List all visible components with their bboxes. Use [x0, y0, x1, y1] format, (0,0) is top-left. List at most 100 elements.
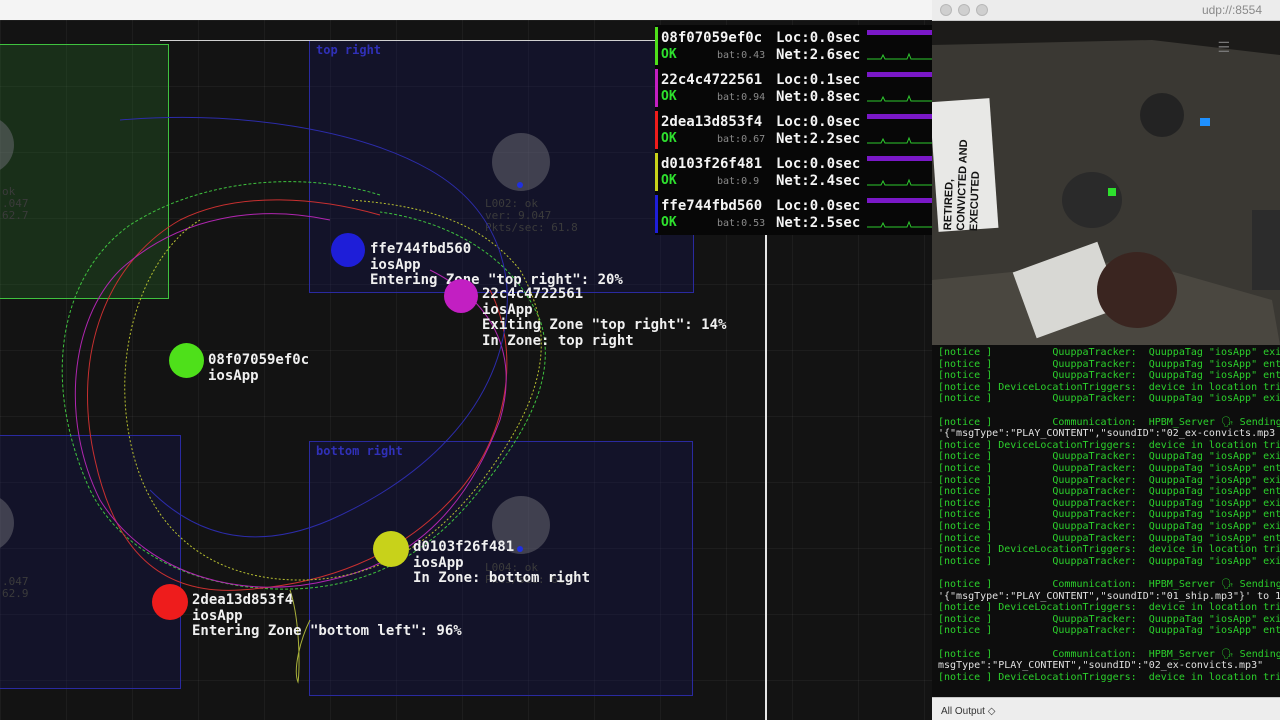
signal-line — [867, 178, 932, 186]
log-line: [notice ] QuuppaTracker: QuuppaTag "iosA… — [938, 463, 1280, 474]
log-line: [notice ] QuuppaTracker: QuuppaTag "iosA… — [938, 358, 1280, 370]
tag-status: In Zone: bottom right — [413, 570, 591, 586]
log-line: [notice ] Communication: HPBM_Server 🗣 S… — [938, 579, 1280, 590]
log-line: msgType":"PLAY_CONTENT","soundID":"02_ex… — [938, 660, 1264, 672]
video-window: RETIRED, CONVICTED AND EXECUTED udp://:8… — [932, 0, 1280, 345]
tag-22c4c4722561[interactable] — [444, 279, 478, 313]
status-net: Net:2.6sec — [776, 47, 861, 63]
status-tag-id: d0103f26f481 — [661, 156, 763, 172]
tag-08f07059ef0c[interactable] — [169, 343, 204, 378]
tag-id: d0103f26f481 — [413, 539, 515, 555]
tag-status: Entering Zone "bottom left": 96% — [192, 623, 462, 639]
tag-id: ffe744fbd560 — [370, 241, 472, 257]
status-ok: OK — [661, 173, 677, 188]
log-line: [notice ] DeviceLocationTriggers: device… — [938, 544, 1280, 556]
tag-id: 08f07059ef0c — [208, 352, 310, 368]
tag-id: 22c4c4722561 — [482, 286, 584, 302]
console-output[interactable]: [notice ] QuuppaTracker: QuuppaTag "iosA… — [932, 345, 1280, 720]
tracker-window: top right bottom right ok .047 62.7 L002… — [0, 0, 932, 720]
log-line: [notice ] QuuppaTracker: QuuppaTag "iosA… — [938, 347, 1280, 358]
status-battery: bat:0.94 — [717, 92, 766, 103]
status-ok: OK — [661, 131, 677, 146]
status-battery: bat:0.67 — [717, 134, 766, 145]
signal-graph — [867, 198, 932, 228]
output-filter-select[interactable]: All Output ◇ — [941, 706, 995, 717]
log-line: [notice ] DeviceLocationTriggers: device… — [938, 602, 1280, 614]
log-line: [notice ] QuuppaTracker: QuuppaTag "iosA… — [938, 532, 1280, 544]
video-title-bar[interactable]: udp://:8554 — [932, 0, 1280, 21]
log-line: [notice ] QuuppaTracker: QuuppaTag "iosA… — [938, 486, 1280, 498]
tag-app: iosApp — [370, 256, 421, 273]
tag-id: 2dea13d853f4 — [192, 592, 294, 608]
log-line: [notice ] Communication: HPBM_Server 🗣 S… — [938, 416, 1280, 428]
status-color-bar — [655, 111, 658, 149]
log-line: [notice ] QuuppaTracker: QuuppaTag "iosA… — [938, 497, 1280, 509]
zoom-button[interactable] — [976, 4, 988, 16]
minimize-button[interactable] — [958, 4, 970, 16]
status-loc: Loc:0.1sec — [776, 72, 861, 88]
status-loc: Loc:0.0sec — [776, 156, 861, 172]
tag-label-2dea13d853f4: 2dea13d853f4 iosApp Entering Zone "botto… — [192, 592, 462, 640]
close-button[interactable] — [940, 4, 952, 16]
status-net: Net:0.8sec — [776, 89, 861, 105]
status-loc: Loc:0.0sec — [776, 198, 861, 214]
status-battery: bat:0.43 — [717, 50, 766, 61]
status-battery: bat:0.53 — [717, 218, 766, 229]
signal-line — [867, 94, 932, 102]
status-tag-id: 08f07059ef0c — [661, 30, 763, 46]
status-loc: Loc:0.0sec — [776, 114, 861, 130]
tag-app: iosApp — [192, 607, 243, 624]
log-line: [notice ] DeviceLocationTriggers: device… — [938, 671, 1280, 683]
status-net: Net:2.5sec — [776, 215, 861, 231]
tag-2dea13d853f4[interactable] — [152, 584, 188, 620]
log-line: [notice ] QuuppaTracker: QuuppaTag "iosA… — [938, 521, 1280, 532]
tag-app: iosApp — [482, 301, 533, 318]
status-row: ffe744fbd560 Loc:0.0sec OK bat:0.53 Net:2.5s… — [655, 193, 932, 235]
signal-line — [867, 136, 932, 144]
status-color-bar — [655, 27, 658, 65]
tag-d0103f26f481[interactable] — [373, 531, 409, 567]
tag-app: iosApp — [208, 367, 259, 384]
status-ok: OK — [661, 47, 677, 62]
signal-line — [867, 52, 932, 60]
log-line: [notice ] QuuppaTracker: QuuppaTag "iosA… — [938, 370, 1280, 382]
top-guide-line — [160, 40, 660, 41]
tracker-title-bar[interactable] — [0, 0, 932, 21]
status-color-bar — [655, 195, 658, 233]
signal-bar — [867, 156, 932, 161]
status-net: Net:2.2sec — [776, 131, 861, 147]
tag-label-08f07059ef0c: 08f07059ef0c iosApp — [208, 352, 310, 384]
signal-line — [867, 220, 932, 228]
signal-bar — [867, 114, 932, 119]
hamburger-icon[interactable]: ☰ — [1217, 40, 1230, 56]
status-color-bar — [655, 69, 658, 107]
status-row: 22c4c4722561 Loc:0.1sec OK bat:0.94 Net:0.8s… — [655, 67, 932, 109]
status-tag-id: ffe744fbd560 — [661, 198, 763, 214]
log-line: [notice ] QuuppaTracker: QuuppaTag "iosA… — [938, 474, 1280, 486]
tag-label-ffe744fbd560: ffe744fbd560 iosApp Entering Zone "top r… — [370, 241, 623, 289]
log-line: [notice ] DeviceLocationTriggers: device… — [938, 439, 1280, 451]
signal-graph — [867, 114, 932, 144]
log-line: [notice ] QuuppaTracker: QuuppaTag "iosA… — [938, 393, 1280, 405]
status-ok: OK — [661, 89, 677, 104]
signal-bar — [867, 30, 932, 35]
log-line: [notice ] QuuppaTracker: QuuppaTag "iosA… — [938, 625, 1280, 637]
status-ok: OK — [661, 215, 677, 230]
log-line: [notice ] QuuppaTracker: QuuppaTag "iosA… — [938, 613, 1280, 625]
signal-graph — [867, 72, 932, 102]
tag-status: Exiting Zone "top right": 14% — [482, 317, 727, 333]
status-tag-id: 2dea13d853f4 — [661, 114, 763, 130]
status-color-bar — [655, 153, 658, 191]
signal-graph — [867, 156, 932, 186]
console-footer: All Output ◇ — [932, 697, 1280, 720]
log-line: [notice ] Communication: HPBM_Server 🗣 S… — [938, 648, 1280, 660]
status-row: 2dea13d853f4 Loc:0.0sec OK bat:0.67 Net:2.2s… — [655, 109, 932, 151]
video-overlay-text: RETIRED, CONVICTED AND EXECUTED — [942, 139, 983, 232]
tag-app: iosApp — [413, 554, 464, 571]
status-row: d0103f26f481 Loc:0.0sec OK bat:0.9 Net:2.4se… — [655, 151, 932, 193]
video-title: udp://:8554 — [1201, 3, 1262, 17]
log-line: '{"msgType":"PLAY_CONTENT","soundID":"01… — [938, 590, 1280, 602]
tag-ffe744fbd560[interactable] — [331, 233, 365, 267]
log-line: [notice ] QuuppaTracker: QuuppaTag "iosA… — [938, 451, 1280, 463]
tag-status-panel: 08f07059ef0c Loc:0.0sec OK bat:0.43 Net:2.6s… — [655, 25, 932, 235]
